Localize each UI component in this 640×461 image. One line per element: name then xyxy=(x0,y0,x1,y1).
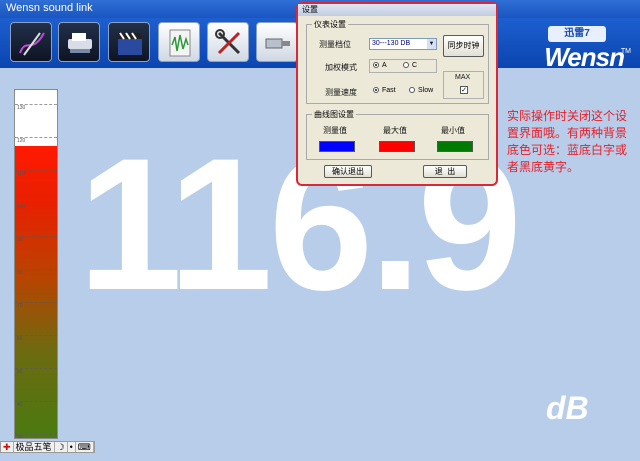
max-checkbox[interactable]: ✓ xyxy=(460,86,468,94)
speed-label: 测量速度 xyxy=(325,88,357,97)
brand-badge: 迅雷7 xyxy=(548,26,606,42)
clapperboard-icon[interactable] xyxy=(108,22,150,62)
meter-tick-label: 100 xyxy=(17,204,26,210)
tools-icon[interactable] xyxy=(207,22,249,62)
meter-tick-label: 90 xyxy=(17,237,23,243)
speed-radio-slow[interactable]: Slow xyxy=(409,87,433,94)
meter-tick-label: 130 xyxy=(17,105,26,111)
min-color-swatch[interactable] xyxy=(437,141,473,152)
meter-tick-label: 30 xyxy=(17,435,23,439)
max-label: MAX xyxy=(455,74,471,81)
weighting-radio-c[interactable]: C xyxy=(403,62,417,69)
curve-settings-label: 曲线图设置 xyxy=(312,109,356,120)
ime-mode[interactable]: 极品五笔 xyxy=(14,442,55,452)
measured-color-swatch[interactable] xyxy=(319,141,355,152)
weighting-label: 加权模式 xyxy=(325,63,357,72)
unit-label: dB xyxy=(546,390,589,426)
punctuation-icon[interactable]: • xyxy=(68,442,76,452)
usb-cable-icon[interactable] xyxy=(256,22,298,62)
exit-button[interactable]: 退 出 xyxy=(423,165,467,178)
graph-pen-icon[interactable] xyxy=(10,22,52,62)
meter-tick-label: 80 xyxy=(17,270,23,276)
annotation-note: 实际操作时关闭这个设置界面哦。有两种背景底色可选：蓝底白字或者黑底黄字。 xyxy=(507,109,628,174)
weighting-radio-a[interactable]: A xyxy=(373,62,387,69)
speed-radio-fast[interactable]: Fast xyxy=(373,87,396,94)
moon-icon[interactable]: ☽ xyxy=(55,442,68,452)
meter-tick-label: 70 xyxy=(17,303,23,309)
meter-settings-group: 仪表设置 测量档位 30---130 DB ▼ 加权模式 A C 测量速度 Fa… xyxy=(306,19,489,104)
meter-tick-label: 60 xyxy=(17,336,23,342)
chevron-down-icon: ▼ xyxy=(427,39,436,49)
window-title: Wensn sound link xyxy=(6,2,93,14)
waveform-document-icon[interactable] xyxy=(158,22,200,62)
dialog-title: 设置 xyxy=(298,4,496,16)
range-select[interactable]: 30---130 DB ▼ xyxy=(369,38,437,50)
range-label: 测量档位 xyxy=(319,40,351,49)
meter-tick-label: 50 xyxy=(17,369,23,375)
keyboard-icon[interactable]: ⌨ xyxy=(76,442,94,452)
level-meter-fill xyxy=(15,145,57,438)
trademark-mark: TM xyxy=(620,48,631,55)
max-value-label: 最大值 xyxy=(383,126,407,135)
meter-tick-label: 110 xyxy=(17,171,25,177)
scanner-icon[interactable] xyxy=(58,22,100,62)
brand-logo: Wensn xyxy=(544,42,625,72)
level-meter: 130 120 110 100 90 80 70 60 50 40 30 xyxy=(14,89,58,439)
curve-settings-group: 曲线图设置 测量值 最大值 最小值 xyxy=(306,109,489,160)
meter-settings-label: 仪表设置 xyxy=(312,19,348,30)
meter-tick-label: 40 xyxy=(17,402,23,408)
min-value-label: 最小值 xyxy=(441,126,465,135)
meter-tick-label: 120 xyxy=(17,138,26,144)
ime-toolbar[interactable]: ✚ 极品五笔 ☽ • ⌨ xyxy=(0,441,95,453)
sync-clock-button[interactable]: 同步时钟 xyxy=(443,35,484,57)
measured-label: 测量值 xyxy=(323,126,347,135)
confirm-exit-button[interactable]: 确认退出 xyxy=(324,165,372,178)
max-color-swatch[interactable] xyxy=(379,141,415,152)
max-box: MAX ✓ xyxy=(443,71,484,99)
settings-dialog: 设置 仪表设置 测量档位 30---130 DB ▼ 加权模式 A C 测量速度… xyxy=(296,2,498,186)
ime-logo-icon: ✚ xyxy=(1,442,14,452)
